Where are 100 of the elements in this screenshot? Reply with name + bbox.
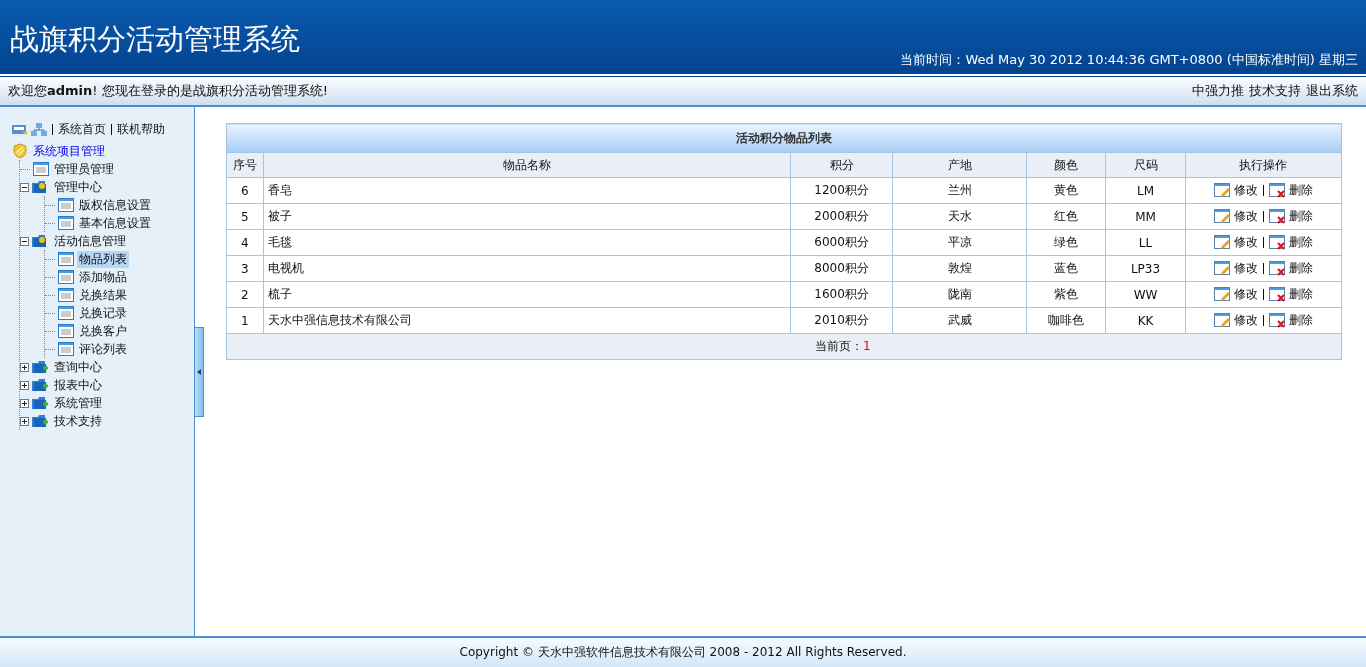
edit-link[interactable]: 修改: [1233, 260, 1258, 277]
folder-icon: [32, 234, 49, 248]
shield-icon: [12, 143, 28, 159]
delete-icon: [1268, 313, 1286, 328]
page-icon: [58, 288, 74, 302]
tree-item[interactable]: 兑换记录: [77, 304, 129, 322]
tree-item[interactable]: 添加物品: [77, 268, 129, 286]
page-icon: [58, 306, 74, 320]
table-cell: 红色: [1026, 203, 1106, 230]
header-link[interactable]: 中强力推: [1192, 82, 1244, 100]
delete-link[interactable]: 删除: [1288, 182, 1313, 199]
column-header: 序号: [226, 152, 264, 178]
sidebar-link[interactable]: 系统首页: [58, 121, 106, 138]
collapse-handle[interactable]: [195, 326, 204, 417]
delete-link[interactable]: 删除: [1288, 286, 1313, 303]
tree-item[interactable]: 兑换结果: [77, 286, 129, 304]
page-icon: [58, 324, 74, 338]
tree-root[interactable]: 系统项目管理: [31, 142, 107, 160]
column-header: 积分: [790, 152, 893, 178]
collapse-icon[interactable]: [20, 182, 29, 192]
folder-plus-icon: [32, 360, 49, 374]
table-cell: WW: [1105, 281, 1186, 308]
tree-folder[interactable]: 系统管理: [52, 394, 104, 412]
edit-icon: [1213, 209, 1231, 224]
table-cell: 2: [226, 281, 264, 308]
column-header: 尺码: [1105, 152, 1186, 178]
tree-item[interactable]: 评论列表: [77, 340, 129, 358]
table-cell: 平凉: [892, 229, 1027, 256]
folder-icon: [32, 180, 49, 194]
monitor-icon: [12, 122, 28, 137]
table-cell: 咖啡色: [1026, 307, 1106, 334]
tree-folder[interactable]: 报表中心: [52, 376, 104, 394]
tree-item[interactable]: 管理员管理: [52, 160, 116, 178]
expand-icon[interactable]: [20, 380, 29, 390]
sidebar-link[interactable]: 联机帮助: [117, 121, 165, 138]
edit-link[interactable]: 修改: [1233, 182, 1258, 199]
edit-link[interactable]: 修改: [1233, 208, 1258, 225]
table-cell: 电视机: [263, 255, 791, 282]
delete-link[interactable]: 删除: [1288, 260, 1313, 277]
table-cell: 紫色: [1026, 281, 1106, 308]
column-header: 颜色: [1026, 152, 1106, 178]
edit-link[interactable]: 修改: [1233, 286, 1258, 303]
tree-item[interactable]: 版权信息设置: [77, 196, 153, 214]
table-cell: LP33: [1105, 255, 1186, 282]
tree-item[interactable]: 基本信息设置: [77, 214, 153, 232]
table-cell: MM: [1105, 203, 1186, 230]
table-cell: 1600积分: [790, 281, 893, 308]
folder-plus-icon: [32, 396, 49, 410]
delete-icon: [1268, 287, 1286, 302]
edit-link[interactable]: 修改: [1233, 234, 1258, 251]
app-title: 战旗积分活动管理系统: [10, 21, 300, 58]
delete-icon: [1268, 235, 1286, 250]
table-cell: 陇南: [892, 281, 1027, 308]
table-cell: 2000积分: [790, 203, 893, 230]
delete-link[interactable]: 删除: [1288, 208, 1313, 225]
table-cell: 1: [226, 307, 264, 334]
edit-icon: [1213, 313, 1231, 328]
table-cell: 6: [226, 177, 264, 204]
tree-item[interactable]: 物品列表: [77, 250, 129, 268]
table-cell: 2010积分: [790, 307, 893, 334]
collapse-icon[interactable]: [20, 236, 29, 246]
table-cell: 天水: [892, 203, 1027, 230]
page-icon: [58, 252, 74, 266]
tree-folder[interactable]: 活动信息管理: [52, 232, 128, 250]
current-time: 当前时间：Wed May 30 2012 10:44:36 GMT+0800 (中国标准时间) 星期三: [900, 51, 1358, 69]
table-cell: 黄色: [1026, 177, 1106, 204]
table-cell: 梳子: [263, 281, 791, 308]
tree-folder[interactable]: 查询中心: [52, 358, 104, 376]
table-cell: 3: [226, 255, 264, 282]
table-cell: 敦煌: [892, 255, 1027, 282]
expand-icon[interactable]: [20, 416, 29, 426]
delete-link[interactable]: 删除: [1288, 312, 1313, 329]
table-cell: 6000积分: [790, 229, 893, 256]
page-icon: [58, 270, 74, 284]
edit-icon: [1213, 261, 1231, 276]
edit-link[interactable]: 修改: [1233, 312, 1258, 329]
table-cell: 被子: [263, 203, 791, 230]
tree-item[interactable]: 兑换客户: [77, 322, 129, 340]
page-icon: [58, 342, 74, 356]
header-link[interactable]: 退出系统: [1306, 82, 1358, 100]
tree-folder[interactable]: 管理中心: [52, 178, 104, 196]
pager-label: 当前页：: [815, 339, 863, 353]
welcome-message: 欢迎您admin! 您现在登录的是战旗积分活动管理系统!: [8, 82, 328, 100]
network-icon: [31, 122, 47, 137]
table-cell: 4: [226, 229, 264, 256]
current-page: 1: [863, 339, 871, 353]
expand-icon[interactable]: [20, 398, 29, 408]
edit-icon: [1213, 183, 1231, 198]
delete-icon: [1268, 261, 1286, 276]
table-cell: KK: [1105, 307, 1186, 334]
table-cell: LL: [1105, 229, 1186, 256]
page-icon: [58, 216, 74, 230]
header-link[interactable]: 技术支持: [1249, 82, 1301, 100]
edit-icon: [1213, 287, 1231, 302]
delete-link[interactable]: 删除: [1288, 234, 1313, 251]
tree-folder[interactable]: 技术支持: [52, 412, 104, 430]
expand-icon[interactable]: [20, 362, 29, 372]
table-cell: 天水中强信息技术有限公司: [263, 307, 791, 334]
table-cell: 绿色: [1026, 229, 1106, 256]
column-header: 产地: [892, 152, 1027, 178]
